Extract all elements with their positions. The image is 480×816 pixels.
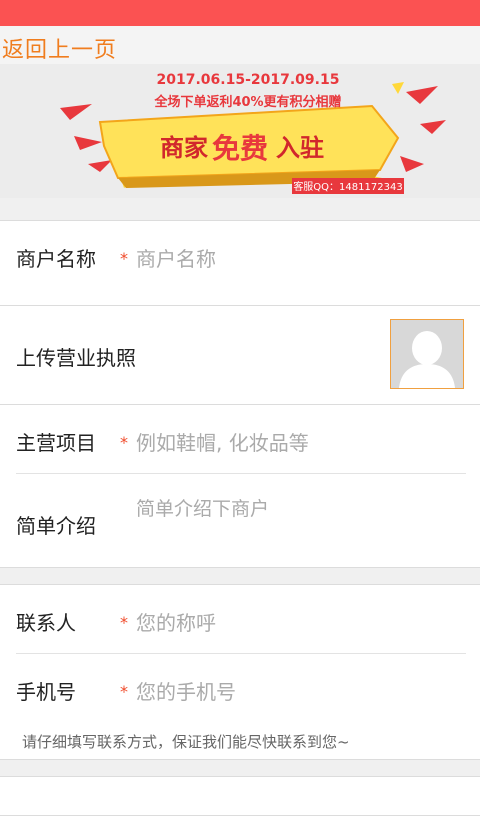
contact-input[interactable]: 您的称呼 bbox=[136, 607, 466, 636]
main-business-label: 主营项目 bbox=[16, 431, 96, 455]
next-section-card bbox=[0, 776, 480, 816]
required-mark: * bbox=[120, 613, 128, 632]
contact-hint: 请仔细填写联系方式，保证我们能尽快联系到您~ bbox=[22, 733, 350, 751]
main-business-row: 主营项目 * 例如鞋帽, 化妆品等 bbox=[16, 405, 466, 473]
confetti-shape bbox=[420, 120, 446, 134]
phone-row: 手机号 * 您的手机号 bbox=[16, 654, 466, 722]
banner-headline-highlight: 免费 bbox=[212, 132, 268, 165]
main-business-input[interactable]: 例如鞋帽, 化妆品等 bbox=[136, 427, 466, 456]
confetti-shape bbox=[74, 136, 102, 150]
merchant-info-card: 商户名称 * 商户名称 上传营业执照 主营项目 * 例如鞋帽, 化妆品等 简单介… bbox=[0, 220, 480, 568]
banner-promo: 全场下单返利40%更有积分相赠 bbox=[153, 94, 341, 110]
confetti-shape bbox=[392, 82, 404, 94]
phone-label: 手机号 bbox=[16, 680, 76, 704]
banner-service-qq: 客服QQ：1481172343 bbox=[293, 180, 402, 193]
intro-row: 简单介绍 简单介绍下商户 bbox=[16, 474, 466, 568]
license-upload-button[interactable] bbox=[390, 319, 464, 389]
contact-row: 联系人 * 您的称呼 bbox=[16, 585, 466, 653]
back-link[interactable]: 返回上一页 bbox=[2, 32, 117, 64]
phone-input[interactable]: 您的手机号 bbox=[136, 676, 466, 705]
banner-graphic: 2017.06.15-2017.09.15 全场下单返利40%更有积分相赠 商家… bbox=[60, 72, 446, 194]
contact-card: 联系人 * 您的称呼 手机号 * 您的手机号 请仔细填写联系方式，保证我们能尽快… bbox=[0, 584, 480, 760]
confetti-shape bbox=[406, 86, 438, 104]
confetti-shape bbox=[60, 104, 92, 120]
intro-label: 简单介绍 bbox=[16, 514, 96, 538]
status-bar bbox=[0, 0, 480, 26]
contact-label: 联系人 bbox=[16, 611, 76, 635]
banner-headline-2: 入驻 bbox=[276, 134, 324, 162]
license-label: 上传营业执照 bbox=[16, 346, 136, 370]
confetti-shape bbox=[88, 160, 112, 172]
confetti-shape bbox=[400, 156, 424, 172]
promo-banner[interactable]: 2017.06.15-2017.09.15 全场下单返利40%更有积分相赠 商家… bbox=[0, 64, 480, 198]
banner-headline-1: 商家 bbox=[160, 134, 208, 162]
nav-bar: 返回上一页 bbox=[0, 26, 480, 64]
merchant-name-label: 商户名称 bbox=[16, 247, 96, 271]
merchant-name-input[interactable]: 商户名称 bbox=[136, 243, 466, 272]
intro-textarea[interactable]: 简单介绍下商户 bbox=[136, 494, 466, 521]
required-mark: * bbox=[120, 249, 128, 268]
required-mark: * bbox=[120, 433, 128, 452]
merchant-name-row: 商户名称 * 商户名称 bbox=[16, 221, 466, 305]
banner-date: 2017.06.15-2017.09.15 bbox=[157, 72, 340, 88]
avatar-placeholder-icon bbox=[391, 320, 463, 388]
required-mark: * bbox=[120, 682, 128, 701]
